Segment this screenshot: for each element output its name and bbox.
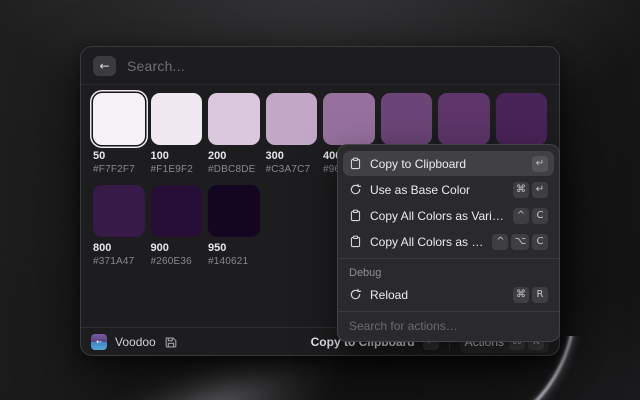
keycap: C	[532, 234, 548, 250]
swatch-color-box[interactable]	[208, 93, 260, 145]
shortcut-keys: ⌘R	[513, 287, 548, 303]
keycap: ↵	[532, 182, 548, 198]
swatch-step-label: 900	[151, 242, 203, 254]
clipboard-icon	[349, 235, 362, 248]
shortcut-keys: ↵	[532, 156, 548, 172]
swatch-step-label: 200	[208, 150, 260, 162]
swatch-color-box[interactable]	[151, 93, 203, 145]
panel-section-divider	[338, 258, 559, 259]
keycap: ^	[492, 234, 508, 250]
swatch-step-label: 800	[93, 242, 145, 254]
swatch-step-label: 100	[151, 150, 203, 162]
swatch-hex-value: #140621	[208, 256, 260, 267]
keycap: ⌘	[513, 287, 529, 303]
action-item-copy-all-colors-as-json[interactable]: Copy All Colors as JSON ^⌥C	[343, 229, 554, 254]
keycap: ↵	[532, 156, 548, 172]
swatch-color-box[interactable]	[151, 185, 203, 237]
action-search-input[interactable]: Search for actions…	[338, 311, 559, 341]
desktop-background: ← Search... 50 #F7F2F7 100 #F1E9F2 200 #DBC8D…	[0, 0, 640, 400]
action-item-use-as-base-color[interactable]: Use as Base Color ⌘↵	[343, 177, 554, 202]
shortcut-keys: ⌘↵	[513, 182, 548, 198]
swatch-color-box[interactable]	[496, 93, 548, 145]
color-swatch-950[interactable]: 950 #140621	[208, 185, 260, 267]
swatch-color-box[interactable]	[381, 93, 433, 145]
search-input[interactable]: Search...	[127, 58, 185, 74]
swatch-step-label: 50	[93, 150, 145, 162]
swatch-step-label: 950	[208, 242, 260, 254]
action-item-copy-to-clipboard[interactable]: Copy to Clipboard ↵	[343, 151, 554, 176]
color-swatch-50[interactable]: 50 #F7F2F7	[93, 93, 145, 175]
action-item-label: Use as Base Color	[370, 183, 505, 197]
keycap: ⌥	[511, 234, 529, 250]
swatch-color-box[interactable]	[266, 93, 318, 145]
action-panel: Copy to Clipboard↵Use as Base Color⌘↵Cop…	[337, 144, 560, 342]
voodoo-palette-window: ← Search... 50 #F7F2F7 100 #F1E9F2 200 #DBC8D…	[80, 46, 560, 356]
app-name: Voodoo	[115, 335, 156, 349]
shortcut-keys: ^C	[513, 208, 548, 224]
color-swatch-200[interactable]: 200 #DBC8DE	[208, 93, 260, 175]
action-item-label: Copy All Colors as Variable Declara…	[370, 209, 505, 223]
swatch-color-box[interactable]	[438, 93, 490, 145]
color-swatch-800[interactable]: 800 #371A47	[93, 185, 145, 267]
keycap: ^	[513, 208, 529, 224]
swatch-hex-value: #F1E9F2	[151, 164, 203, 175]
keycap: R	[532, 287, 548, 303]
color-swatch-900[interactable]: 900 #260E36	[151, 185, 203, 267]
swatch-hex-value: #DBC8DE	[208, 164, 260, 175]
panel-section-title: Debug	[338, 263, 559, 281]
action-item-copy-all-colors-as-variable-declara[interactable]: Copy All Colors as Variable Declara… ^C	[343, 203, 554, 228]
swatch-hex-value: #371A47	[93, 256, 145, 267]
circular-arrow-icon	[349, 183, 362, 196]
action-item-label: Copy to Clipboard	[370, 157, 524, 171]
shortcut-keys: ^⌥C	[492, 234, 548, 250]
keycap: ⌘	[513, 182, 529, 198]
clipboard-icon	[349, 209, 362, 222]
voodoo-app-icon: ←	[91, 334, 107, 350]
save-icon[interactable]	[164, 335, 178, 349]
action-item-label: Reload	[370, 288, 505, 302]
swatch-color-box[interactable]	[93, 185, 145, 237]
swatch-hex-value: #260E36	[151, 256, 203, 267]
action-item-label: Copy All Colors as JSON	[370, 235, 484, 249]
search-header: ← Search...	[81, 47, 559, 85]
swatch-step-label: 300	[266, 150, 318, 162]
swatch-hex-value: #C3A7C7	[266, 164, 318, 175]
circular-arrow-icon	[349, 288, 362, 301]
color-swatch-300[interactable]: 300 #C3A7C7	[266, 93, 318, 175]
swatch-hex-value: #F7F2F7	[93, 164, 145, 175]
keycap: C	[532, 208, 548, 224]
swatch-color-box[interactable]	[93, 93, 145, 145]
swatch-color-box[interactable]	[323, 93, 375, 145]
back-button[interactable]: ←	[93, 56, 116, 76]
action-item-reload[interactable]: Reload ⌘R	[343, 282, 554, 307]
clipboard-icon	[349, 157, 362, 170]
color-swatch-100[interactable]: 100 #F1E9F2	[151, 93, 203, 175]
swatch-color-box[interactable]	[208, 185, 260, 237]
